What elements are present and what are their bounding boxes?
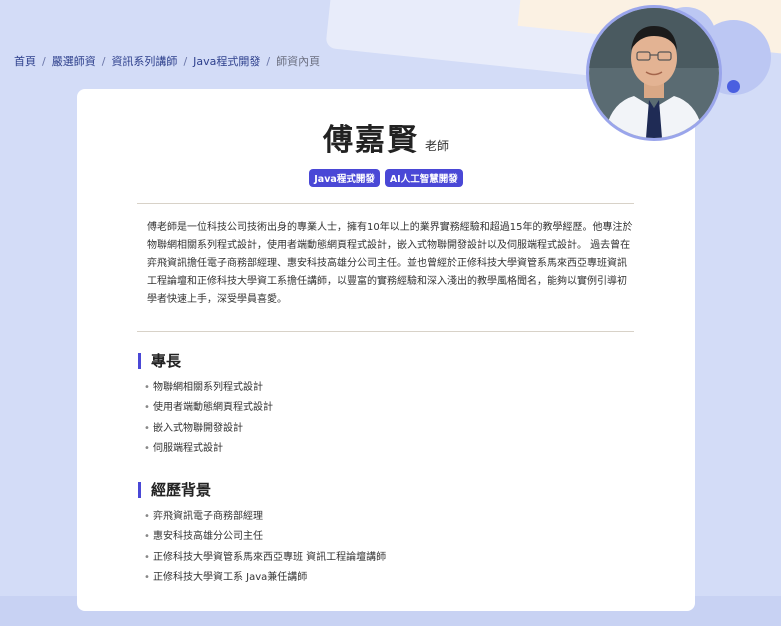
- list-item: 嵌入式物聯開發設計: [144, 419, 273, 440]
- divider: [137, 203, 634, 204]
- teacher-name: 傅嘉賢: [322, 123, 419, 158]
- teacher-tags: Java程式開發 AI人工智慧開發: [77, 169, 695, 187]
- list-item: 使用者端動態網頁程式設計: [144, 398, 273, 419]
- list-item: 伺服端程式設計: [144, 439, 273, 460]
- breadcrumb-home[interactable]: 首頁: [14, 53, 36, 69]
- expertise-list: 物聯網相關系列程式設計 使用者端動態網頁程式設計 嵌入式物聯開發設計 伺服端程式…: [144, 378, 273, 459]
- tag-ai[interactable]: AI人工智慧開發: [384, 169, 463, 187]
- teacher-profile-card: 傅嘉賢 老師 Java程式開發 AI人工智慧開發 傅老師是一位科技公司技術出身的專…: [77, 89, 695, 611]
- breadcrumb-separator: /: [101, 54, 106, 68]
- breadcrumb-separator: /: [266, 54, 271, 68]
- expertise-heading: 專長: [138, 353, 181, 369]
- list-item: 正修科技大學資管系馬來西亞專班 資訊工程論壇講師: [144, 548, 386, 569]
- experience-list: 弈飛資訊電子商務部經理 惠安科技高雄分公司主任 正修科技大學資管系馬來西亞專班 …: [144, 507, 386, 588]
- breadcrumb-featured-teachers[interactable]: 嚴選師資: [52, 53, 96, 69]
- experience-heading: 經歷背景: [138, 482, 211, 498]
- breadcrumb-it-series[interactable]: 資訊系列講師: [111, 53, 177, 69]
- list-item: 物聯網相關系列程式設計: [144, 378, 273, 399]
- teacher-bio: 傅老師是一位科技公司技術出身的專業人士，擁有10年以上的業界實務經驗和超過15年…: [147, 222, 633, 305]
- tag-java[interactable]: Java程式開發: [309, 169, 380, 187]
- list-item: 惠安科技高雄分公司主任: [144, 527, 386, 548]
- breadcrumb-separator: /: [183, 54, 188, 68]
- divider: [137, 331, 634, 332]
- teacher-title: 老師: [424, 139, 449, 153]
- avatar-dot: [727, 80, 740, 93]
- breadcrumb: 首頁 / 嚴選師資 / 資訊系列講師 / Java程式開發 / 師資內頁: [14, 53, 320, 69]
- teacher-portrait-icon: [589, 8, 719, 138]
- list-item: 正修科技大學資工系 Java兼任講師: [144, 568, 386, 589]
- breadcrumb-separator: /: [42, 54, 46, 68]
- list-item: 弈飛資訊電子商務部經理: [144, 507, 386, 528]
- avatar: [586, 5, 722, 141]
- breadcrumb-current: 師資內頁: [276, 55, 321, 68]
- breadcrumb-java[interactable]: Java程式開發: [193, 53, 260, 69]
